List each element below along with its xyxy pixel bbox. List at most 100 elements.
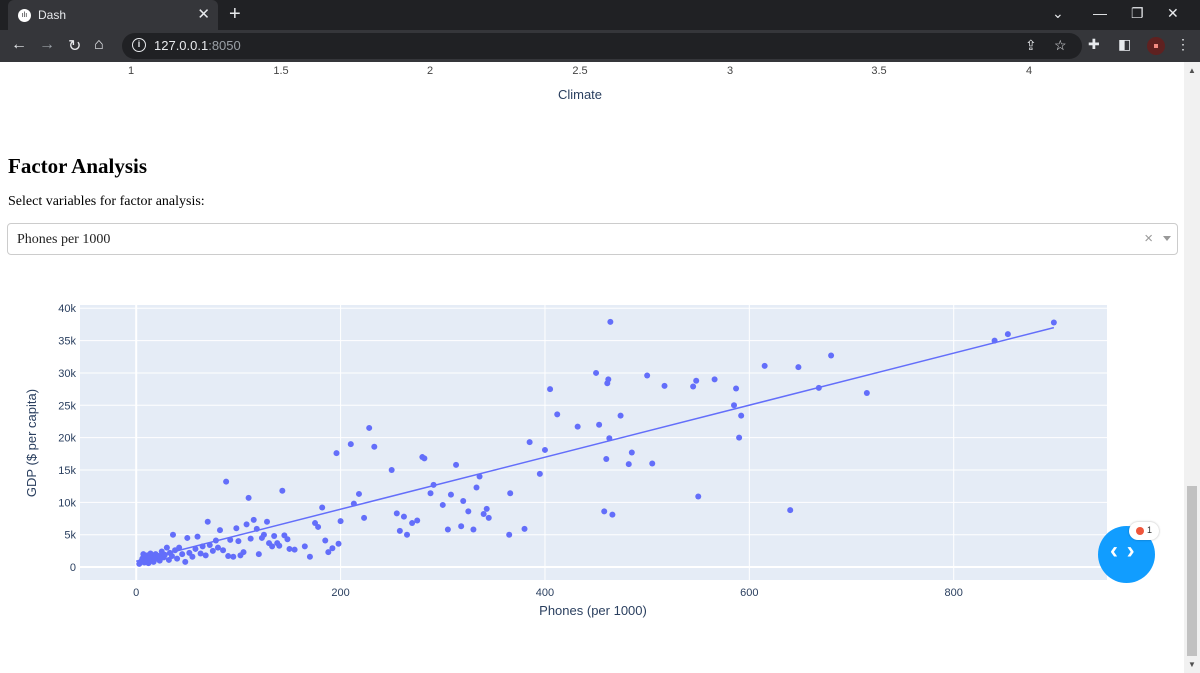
scroll-down-arrow-icon[interactable]: ▼ — [1188, 660, 1196, 669]
scatter-point[interactable] — [465, 508, 472, 515]
address-bar[interactable]: i 127.0.0.1:8050 ⇪ ☆ — [122, 33, 1082, 59]
scatter-point[interactable] — [863, 390, 870, 396]
scatter-point[interactable] — [212, 537, 219, 544]
scatter-chart[interactable]: 0 5k 10k 15k 20k 25k 30k 35k 40k 0 200 400 600 800 P… — [0, 297, 1184, 657]
scatter-point[interactable] — [388, 467, 395, 473]
restore-icon[interactable]: ❐ — [1131, 5, 1144, 22]
scatter-point[interactable] — [333, 450, 340, 457]
scatter-point[interactable] — [279, 487, 286, 494]
scatter-point[interactable] — [439, 501, 446, 508]
scatter-point[interactable] — [711, 376, 718, 383]
scatter-point[interactable] — [526, 439, 533, 446]
scatter-point[interactable] — [574, 423, 581, 430]
scatter-point[interactable] — [194, 533, 201, 540]
scatter-point[interactable] — [214, 544, 221, 551]
scatter-point[interactable] — [189, 553, 196, 560]
scatter-point[interactable] — [460, 498, 467, 505]
scatter-point[interactable] — [596, 421, 603, 428]
scatter-point[interactable] — [828, 352, 835, 359]
scatter-point[interactable] — [554, 411, 561, 418]
scatter-point[interactable] — [447, 491, 454, 498]
scatter-point[interactable] — [480, 511, 487, 517]
scatter-point[interactable] — [227, 536, 234, 543]
scatter-point[interactable] — [350, 500, 357, 507]
scatter-point[interactable] — [458, 523, 465, 530]
scatter-point[interactable] — [485, 514, 492, 521]
scatter-point[interactable] — [1004, 331, 1011, 338]
scatter-point[interactable] — [733, 385, 740, 392]
scatter-point[interactable] — [179, 551, 186, 558]
browser-tab[interactable]: ılı Dash ✕ — [8, 0, 218, 30]
error-badge[interactable]: 1 — [1129, 522, 1159, 540]
scroll-up-arrow-icon[interactable]: ▲ — [1188, 66, 1196, 75]
scatter-point[interactable] — [421, 455, 428, 462]
close-tab-icon[interactable]: ✕ — [197, 5, 210, 23]
scatter-point[interactable] — [476, 473, 483, 480]
scatter-point[interactable] — [795, 364, 802, 371]
variable-dropdown[interactable]: Phones per 1000 × — [7, 223, 1178, 255]
scatter-point[interactable] — [202, 552, 209, 559]
scatter-point[interactable] — [225, 553, 232, 560]
scatter-point[interactable] — [606, 435, 613, 442]
scatter-point[interactable] — [409, 520, 416, 527]
scatter-point[interactable] — [243, 521, 250, 528]
scatter-point[interactable] — [209, 547, 216, 554]
menu-kebab-icon[interactable]: ⋮ — [1176, 36, 1190, 53]
scatter-point[interactable] — [625, 461, 632, 468]
scatter-point[interactable] — [473, 484, 480, 491]
scatter-point[interactable] — [204, 518, 211, 525]
scatter-point[interactable] — [601, 508, 608, 515]
scatter-point[interactable] — [192, 545, 199, 552]
scatter-point[interactable] — [521, 525, 528, 532]
scatter-point[interactable] — [233, 525, 240, 532]
profile-avatar[interactable] — [1147, 37, 1165, 55]
scatter-point[interactable] — [605, 376, 612, 383]
page-scrollbar[interactable]: ▲ ▼ — [1184, 62, 1200, 673]
scatter-point[interactable] — [693, 377, 700, 384]
scatter-point[interactable] — [250, 516, 257, 523]
scatter-point[interactable] — [335, 540, 342, 547]
scatter-point[interactable] — [306, 553, 313, 560]
scatter-point[interactable] — [337, 518, 344, 525]
star-icon[interactable]: ☆ — [1054, 37, 1067, 54]
scroll-thumb[interactable] — [1187, 486, 1197, 656]
scatter-point[interactable] — [991, 337, 998, 344]
scatter-point[interactable] — [603, 456, 610, 462]
scatter-point[interactable] — [269, 543, 276, 550]
scatter-point[interactable] — [649, 460, 656, 467]
scatter-point[interactable] — [400, 513, 407, 520]
scatter-point[interactable] — [255, 551, 262, 558]
scatter-point[interactable] — [284, 536, 291, 543]
new-tab-button[interactable]: + — [229, 3, 241, 26]
scatter-point[interactable] — [690, 383, 697, 390]
scatter-point[interactable] — [220, 547, 227, 554]
url-text[interactable]: 127.0.0.1:8050 — [154, 38, 241, 53]
minimize-icon[interactable]: — — [1093, 5, 1107, 21]
scatter-point[interactable] — [184, 534, 191, 541]
scatter-point[interactable] — [247, 535, 254, 542]
close-window-icon[interactable]: ✕ — [1167, 5, 1179, 22]
scatter-point[interactable] — [240, 549, 247, 556]
site-info-icon[interactable]: i — [132, 38, 146, 52]
scatter-point[interactable] — [169, 531, 176, 538]
scatter-point[interactable] — [593, 369, 600, 376]
scatter-point[interactable] — [322, 537, 329, 544]
scatter-point[interactable] — [161, 551, 168, 558]
scatter-point[interactable] — [276, 542, 283, 549]
scatter-point[interactable] — [163, 544, 170, 551]
scatter-point[interactable] — [199, 543, 206, 550]
scatter-point[interactable] — [393, 510, 400, 517]
tab-search-chevron-icon[interactable]: ⌄ — [1052, 5, 1064, 22]
scatter-point[interactable] — [223, 478, 230, 485]
scatter-point[interactable] — [355, 490, 362, 497]
scatter-point[interactable] — [1050, 319, 1057, 326]
scatter-point[interactable] — [644, 372, 651, 379]
scatter-point[interactable] — [609, 511, 616, 518]
scatter-point[interactable] — [206, 542, 213, 549]
forward-icon[interactable]: → — [39, 36, 55, 54]
scatter-point[interactable] — [404, 531, 411, 538]
scatter-point[interactable] — [176, 544, 183, 551]
scatter-point[interactable] — [736, 434, 743, 441]
scatter-point[interactable] — [361, 514, 368, 521]
clear-icon[interactable]: × — [1144, 230, 1153, 247]
